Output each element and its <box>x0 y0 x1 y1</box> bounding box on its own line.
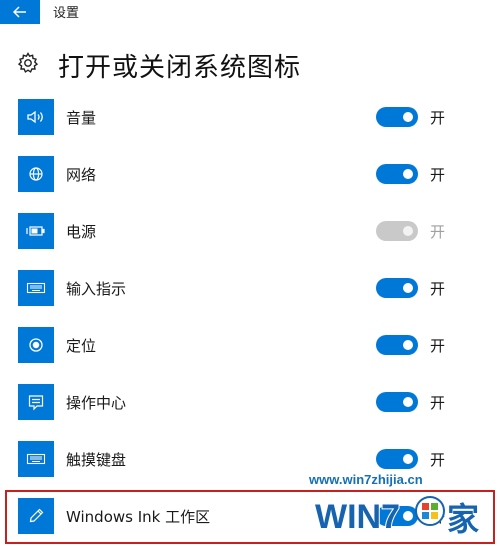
watermark-url: www.win7zhijia.cn <box>309 472 423 487</box>
toggle-knob <box>403 283 413 293</box>
keyboard-icon <box>18 270 54 306</box>
toggle-knob <box>403 169 413 179</box>
toggle-state: 开 <box>430 223 446 241</box>
network-toggle[interactable] <box>376 164 418 184</box>
toggle-state: 开 <box>430 109 446 127</box>
power-toggle <box>376 221 418 241</box>
action-center-toggle[interactable] <box>376 392 418 412</box>
window-title: 设置 <box>53 6 80 21</box>
toggle-state: 开 <box>430 166 446 184</box>
toggle-knob <box>403 226 413 236</box>
list-item-label: 触摸键盘 <box>66 451 127 469</box>
globe-icon <box>18 156 54 192</box>
list-item-input-indicator: 输入指示 开 <box>0 270 500 310</box>
watermark-logo: WIN7 家 <box>314 496 480 538</box>
svg-text:家: 家 <box>447 501 479 537</box>
toggle-knob <box>403 112 413 122</box>
action-center-icon <box>18 384 54 420</box>
toggle-state: 开 <box>430 337 446 355</box>
location-icon <box>18 327 54 363</box>
list-item-volume: 音量 开 <box>0 99 500 139</box>
back-arrow-icon <box>13 6 26 18</box>
page-title: 打开或关闭系统图标 <box>58 53 302 83</box>
list-item-action-center: 操作中心 开 <box>0 384 500 424</box>
input-indicator-toggle[interactable] <box>376 278 418 298</box>
list-item-label: 音量 <box>66 109 97 127</box>
watermark: www.win7zhijia.cn WIN7 家 <box>305 456 500 546</box>
list-item-power: 电源 开 <box>0 213 500 253</box>
list-item-network: 网络 开 <box>0 156 500 196</box>
title-bar: 设置 <box>0 0 500 24</box>
toggle-state: 开 <box>430 394 446 412</box>
battery-icon <box>18 213 54 249</box>
toggle-knob <box>403 340 413 350</box>
volume-icon <box>18 99 54 135</box>
back-button[interactable] <box>0 0 40 24</box>
list-item-location: 定位 开 <box>0 327 500 367</box>
keyboard-icon <box>18 441 54 477</box>
location-toggle[interactable] <box>376 335 418 355</box>
volume-toggle[interactable] <box>376 107 418 127</box>
list-item-label: 电源 <box>66 223 97 241</box>
svg-text:WIN7: WIN7 <box>315 498 400 536</box>
list-item-label: 操作中心 <box>66 394 127 412</box>
list-item-label: 输入指示 <box>66 280 127 298</box>
list-item-label: 网络 <box>66 166 97 184</box>
list-item-label: 定位 <box>66 337 97 355</box>
gear-icon <box>17 52 39 73</box>
toggle-state: 开 <box>430 280 446 298</box>
toggle-knob <box>403 397 413 407</box>
